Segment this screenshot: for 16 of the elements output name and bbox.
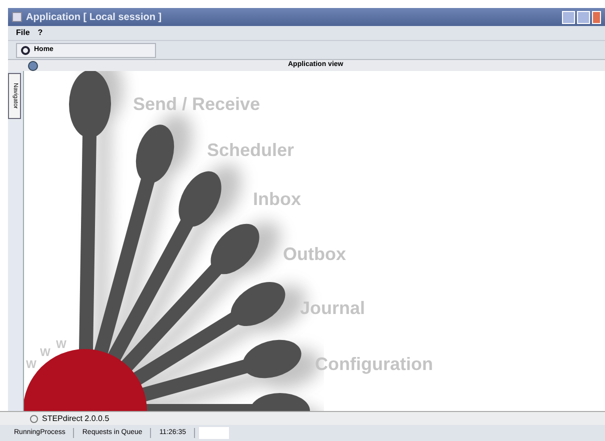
- home-icon: [21, 46, 30, 54]
- app-icon: [12, 12, 22, 22]
- menu-label[interactable]: Inbox: [253, 186, 301, 213]
- menu-label[interactable]: Send / Receive: [133, 91, 260, 118]
- minimize-button[interactable]: [562, 10, 575, 24]
- menu-label[interactable]: Scheduler: [207, 137, 294, 164]
- menu-label[interactable]: Outbox: [283, 241, 346, 268]
- version-label: STEPdirect 2.0.0.5: [42, 412, 110, 424]
- menu-label[interactable]: Journal: [300, 295, 366, 322]
- maximize-button[interactable]: [577, 10, 590, 24]
- menu-label[interactable]: Configuration: [315, 351, 433, 378]
- menu-item[interactable]: ?: [38, 27, 43, 39]
- status-field: [199, 427, 230, 439]
- window-title: Application [ Local session ]: [26, 10, 163, 24]
- menu-item[interactable]: File: [16, 27, 30, 39]
- close-button[interactable]: [592, 10, 601, 24]
